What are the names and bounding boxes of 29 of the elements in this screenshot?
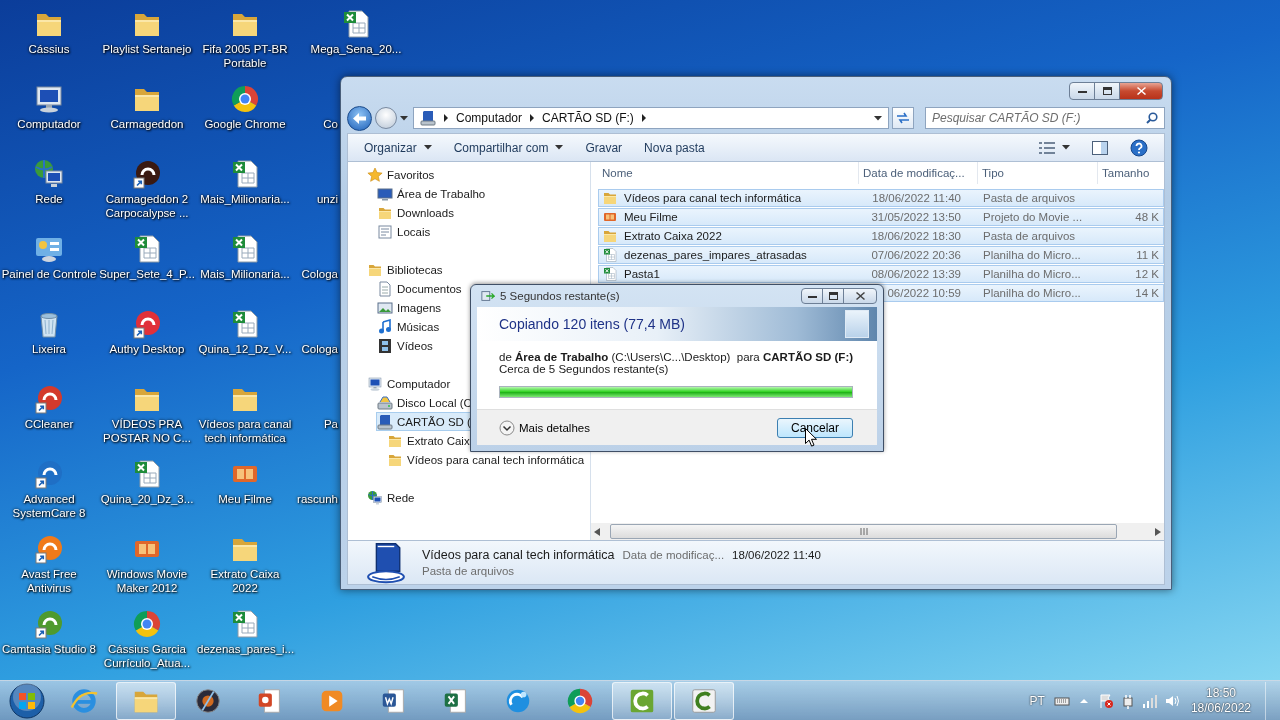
copy-route: de Área de Trabalho (C:\Users\C...\Desktop) para CARTÃO SD (F:) (499, 351, 855, 363)
date-cell: 18/06/2022 11:40 (872, 192, 961, 204)
selected-item-name: Vídeos para canal tech informática (422, 548, 615, 562)
type-cell: Planilha do Micro... (983, 287, 1081, 299)
time-remaining: Cerca de 5 Segundos restante(s) (499, 363, 670, 375)
item-type: Pasta de arquivos (422, 565, 516, 577)
date-label: Data de modificaç... (622, 549, 725, 561)
date-cell: 07/06/2022 20:36 (871, 249, 961, 261)
date-cell: 18/06/2022 18:30 (871, 230, 961, 242)
date-cell: 08/06/2022 13:39 (871, 268, 961, 280)
date-cell: 06/2022 10:59 (887, 287, 961, 299)
file-name: Pasta1 (624, 268, 660, 280)
file-name: Meu Filme (624, 211, 678, 223)
type-cell: Pasta de arquivos (983, 230, 1076, 242)
date-value: 18/06/2022 11:40 (732, 549, 821, 561)
size-cell: 12 K (1135, 268, 1159, 280)
copy-heading: Copiando 120 itens (77,4 MB) (499, 316, 685, 332)
file-name: Extrato Caixa 2022 (624, 230, 722, 242)
type-cell: Planilha do Micro... (983, 249, 1081, 261)
type-cell: Projeto do Movie ... (983, 211, 1083, 223)
size-cell: 11 K (1136, 249, 1159, 261)
file-name: Vídeos para canal tech informática (624, 192, 802, 204)
size-cell: 48 K (1135, 211, 1159, 223)
type-cell: Planilha do Micro... (983, 268, 1081, 280)
date-cell: 31/05/2022 13:50 (871, 211, 961, 223)
type-cell: Pasta de arquivos (983, 192, 1076, 204)
file-name: dezenas_pares_impares_atrasadas (624, 249, 807, 261)
dialog-title: 5 Segundos restante(s) (500, 290, 621, 302)
size-cell: 14 K (1135, 287, 1159, 299)
